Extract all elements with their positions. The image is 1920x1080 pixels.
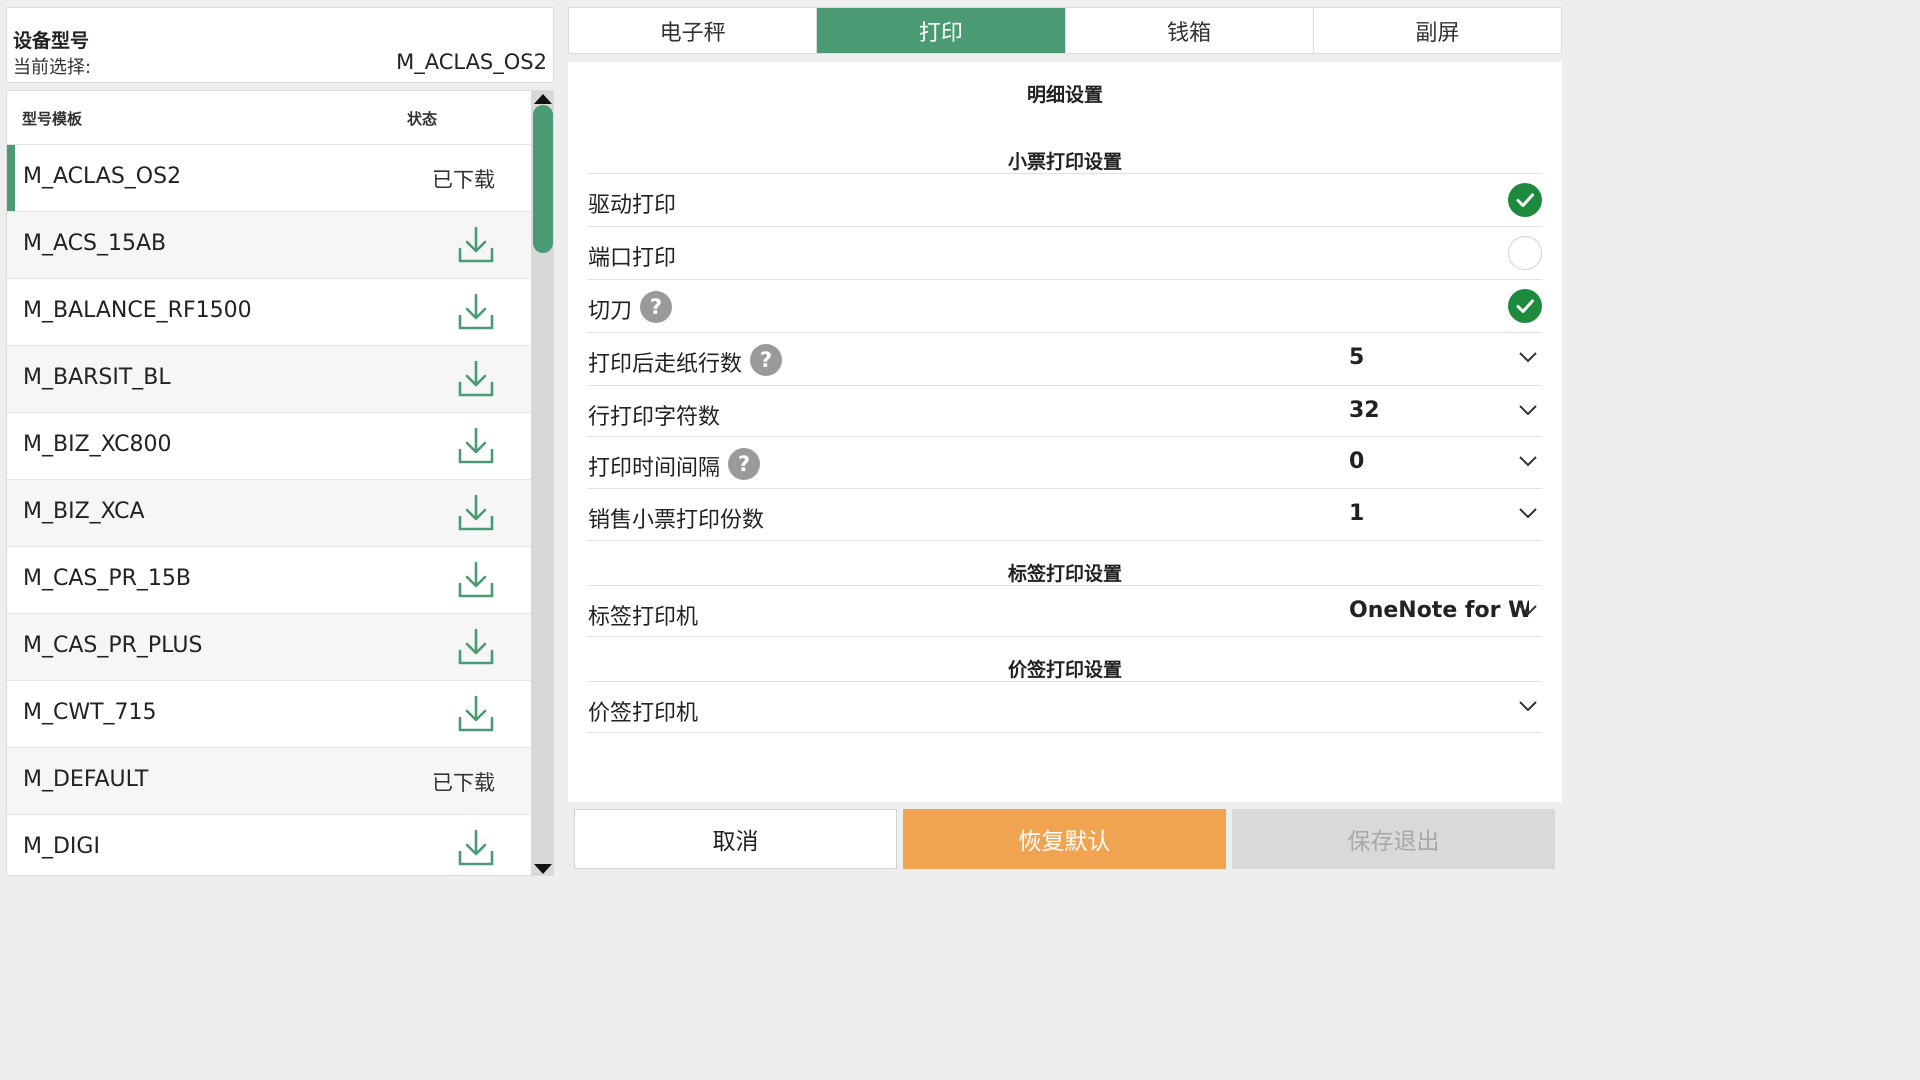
download-icon[interactable] xyxy=(457,292,495,332)
chars-per-line-label: 行打印字符数 xyxy=(588,405,721,430)
settings-tabs: 电子秤 打印 钱箱 副屏 xyxy=(568,7,1562,54)
scroll-up-arrow-icon[interactable] xyxy=(533,93,553,105)
label-printer-row[interactable]: 标签打印机 OneNote for Windows 10 xyxy=(588,586,1542,637)
model-row[interactable]: M_CWT_715 xyxy=(7,681,531,748)
chevron-down-icon[interactable] xyxy=(1518,403,1538,417)
tab-secondary-screen[interactable]: 副屏 xyxy=(1313,8,1561,53)
settings-panel: 明细设置 小票打印设置 驱动打印 端口打印 切刀 ? 打印后走纸行数 ? 5 行… xyxy=(568,62,1562,802)
model-row[interactable]: M_BALANCE_RF1500 xyxy=(7,279,531,346)
sales-copies-value[interactable]: 1 xyxy=(1349,501,1529,526)
device-title: 设备型号 xyxy=(13,30,90,52)
model-name: M_DEFAULT xyxy=(23,767,149,792)
model-rows: M_ACLAS_OS2 已下载 M_ACS_15AB M_BALANCE_RF1500… xyxy=(7,145,531,875)
restore-defaults-button[interactable]: 恢复默认 xyxy=(903,809,1226,869)
scroll-down-arrow-icon[interactable] xyxy=(533,863,553,875)
current-selection-label: 当前选择: xyxy=(13,57,92,78)
scrollbar[interactable] xyxy=(531,91,553,875)
download-icon[interactable] xyxy=(457,694,495,734)
download-icon[interactable] xyxy=(457,560,495,600)
model-row[interactable]: M_ACS_15AB xyxy=(7,212,531,279)
model-status: 已下载 xyxy=(432,771,495,795)
detail-settings-title: 明细设置 xyxy=(1026,84,1103,106)
model-name: M_ACLAS_OS2 xyxy=(23,164,182,189)
model-status: 已下载 xyxy=(432,168,495,192)
tab-cash-drawer[interactable]: 钱箱 xyxy=(1065,8,1314,53)
model-name: M_CAS_PR_PLUS xyxy=(23,633,203,658)
label-printer-label: 标签打印机 xyxy=(588,605,699,630)
download-icon[interactable] xyxy=(457,627,495,667)
save-exit-button[interactable]: 保存退出 xyxy=(1232,809,1555,869)
cutter-check-icon[interactable] xyxy=(1508,289,1542,323)
help-icon[interactable]: ? xyxy=(640,291,673,323)
cutter-label: 切刀 ? xyxy=(588,291,673,325)
chevron-down-icon[interactable] xyxy=(1518,350,1538,364)
model-name: M_CAS_PR_15B xyxy=(23,566,191,591)
download-icon[interactable] xyxy=(457,828,495,868)
model-name: M_BARSIT_BL xyxy=(23,365,171,390)
label-section-title: 标签打印设置 xyxy=(1007,563,1122,585)
chevron-down-icon[interactable] xyxy=(1518,603,1538,617)
model-name: M_BIZ_XC800 xyxy=(23,432,172,457)
receipt-section-title: 小票打印设置 xyxy=(1007,151,1122,173)
cutter-row[interactable]: 切刀 ? xyxy=(588,280,1542,333)
model-row[interactable]: M_DEFAULT 已下载 xyxy=(7,748,531,815)
model-name: M_BIZ_XCA xyxy=(23,499,145,524)
sales-copies-label: 销售小票打印份数 xyxy=(588,508,765,533)
download-icon[interactable] xyxy=(457,493,495,533)
price-printer-row[interactable]: 价签打印机 xyxy=(588,682,1542,733)
model-list: 型号模板 状态 M_ACLAS_OS2 已下载 M_ACS_15AB M_BALANC… xyxy=(6,90,554,876)
feed-lines-value[interactable]: 5 xyxy=(1349,345,1529,370)
feed-lines-label: 打印后走纸行数 ? xyxy=(588,344,783,378)
tab-print[interactable]: 打印 xyxy=(817,8,1066,53)
model-row[interactable]: M_CAS_PR_PLUS xyxy=(7,614,531,681)
scrollbar-thumb[interactable] xyxy=(533,105,553,253)
driver-print-check-icon[interactable] xyxy=(1508,183,1542,217)
sales-copies-row[interactable]: 销售小票打印份数 1 xyxy=(588,489,1542,541)
feed-lines-row[interactable]: 打印后走纸行数 ? 5 xyxy=(588,333,1542,386)
print-interval-value[interactable]: 0 xyxy=(1349,449,1529,474)
print-interval-row[interactable]: 打印时间间隔 ? 0 xyxy=(588,437,1542,489)
model-name: M_BALANCE_RF1500 xyxy=(23,298,252,323)
model-name: M_CWT_715 xyxy=(23,700,157,725)
model-name: M_ACS_15AB xyxy=(23,231,167,256)
model-row[interactable]: M_ACLAS_OS2 已下载 xyxy=(7,145,531,212)
chevron-down-icon[interactable] xyxy=(1518,454,1538,468)
list-header: 型号模板 状态 xyxy=(7,91,531,145)
price-section-title: 价签打印设置 xyxy=(1007,659,1122,681)
column-header-model: 型号模板 xyxy=(22,110,83,128)
chevron-down-icon[interactable] xyxy=(1518,506,1538,520)
cancel-button[interactable]: 取消 xyxy=(574,809,897,869)
model-row[interactable]: M_BARSIT_BL xyxy=(7,346,531,413)
device-header: 设备型号 当前选择: M_ACLAS_OS2 xyxy=(6,7,554,83)
model-row[interactable]: M_DIGI xyxy=(7,815,531,875)
help-icon[interactable]: ? xyxy=(750,344,783,376)
help-icon[interactable]: ? xyxy=(728,448,761,480)
footer-actions: 取消 恢复默认 保存退出 xyxy=(568,803,1562,876)
driver-print-row[interactable]: 驱动打印 xyxy=(588,174,1542,227)
price-printer-label: 价签打印机 xyxy=(588,701,699,726)
chevron-down-icon[interactable] xyxy=(1518,699,1538,713)
tab-scale[interactable]: 电子秤 xyxy=(569,8,818,53)
label-printer-value[interactable]: OneNote for Windows 10 xyxy=(1349,598,1529,623)
port-print-row[interactable]: 端口打印 xyxy=(588,227,1542,280)
chars-per-line-row[interactable]: 行打印字符数 32 xyxy=(588,386,1542,437)
port-print-label: 端口打印 xyxy=(588,246,677,271)
model-row[interactable]: M_BIZ_XCA xyxy=(7,480,531,547)
model-row[interactable]: M_CAS_PR_15B xyxy=(7,547,531,614)
port-print-check-icon[interactable] xyxy=(1508,236,1542,270)
download-icon[interactable] xyxy=(457,359,495,399)
download-icon[interactable] xyxy=(457,225,495,265)
column-header-status: 状态 xyxy=(407,110,438,128)
current-selection-value: M_ACLAS_OS2 xyxy=(396,50,547,74)
model-name: M_DIGI xyxy=(23,834,100,859)
chars-per-line-value[interactable]: 32 xyxy=(1349,398,1529,423)
model-row[interactable]: M_BIZ_XC800 xyxy=(7,413,531,480)
driver-print-label: 驱动打印 xyxy=(588,193,677,218)
print-interval-label: 打印时间间隔 ? xyxy=(588,448,761,482)
download-icon[interactable] xyxy=(457,426,495,466)
